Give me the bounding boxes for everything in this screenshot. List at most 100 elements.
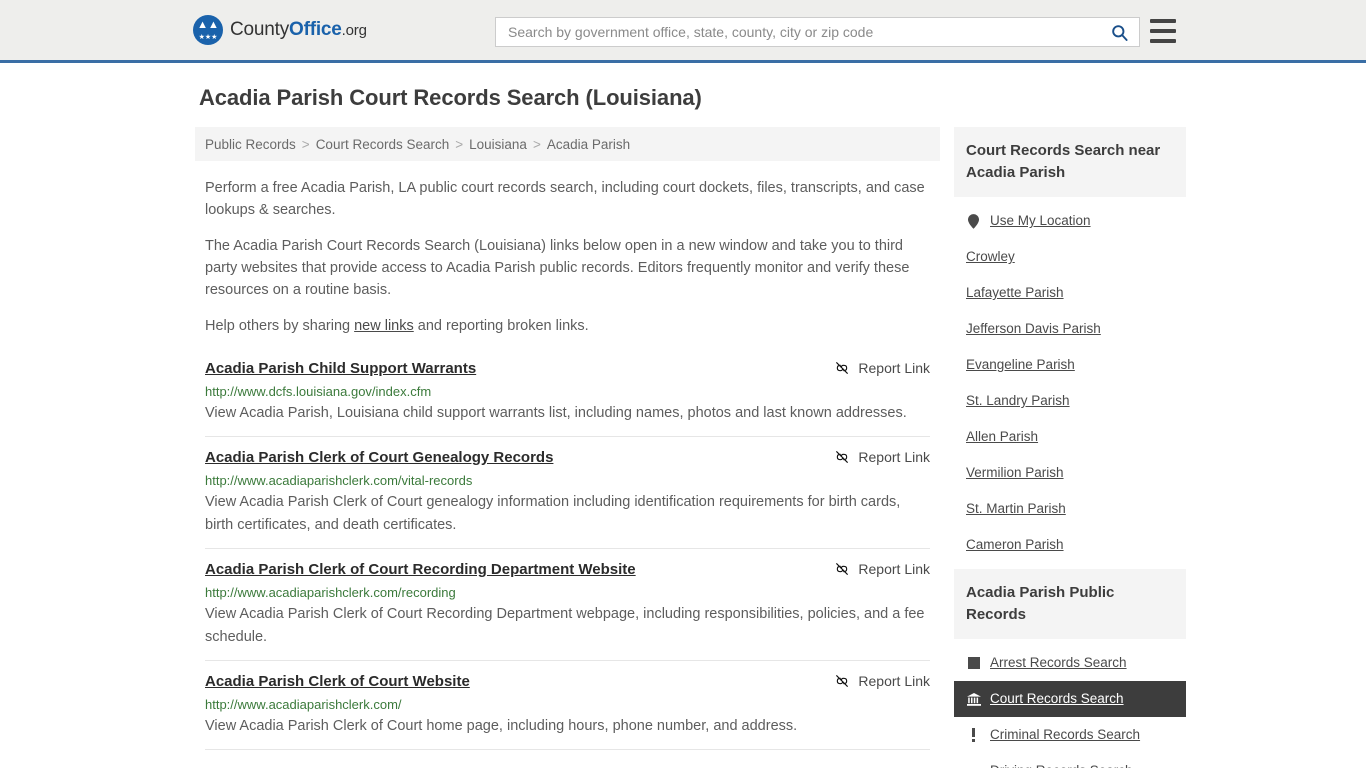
resource-title-link[interactable]: Acadia Parish Child Support Warrants <box>205 359 476 379</box>
nearby-searches-heading: Court Records Search near Acadia Parish <box>954 127 1186 197</box>
report-link-label: Report Link <box>858 360 930 376</box>
sidebar-item-label: Allen Parish <box>966 429 1039 444</box>
breadcrumb-item-public-records[interactable]: Public Records <box>205 137 296 152</box>
list-item: Acadia Parish Clerk of Court Website Rep… <box>205 672 930 750</box>
breadcrumb-separator: > <box>455 136 464 152</box>
sidebar-item-label: Cameron Parish <box>966 537 1064 552</box>
site-header: ▲▲ ★★★ CountyOffice.org <box>0 0 1366 63</box>
breadcrumb-item-court-records-search[interactable]: Court Records Search <box>316 137 450 152</box>
menu-bar-1 <box>1150 19 1176 23</box>
resource-url: http://www.acadiaparishclerk.com/vital-r… <box>205 473 473 488</box>
brand-part-office: Office <box>289 19 342 40</box>
public-records-heading: Acadia Parish Public Records <box>954 569 1186 639</box>
report-link-button[interactable]: Report Link <box>834 673 930 689</box>
sidebar-item-arrest-records-search[interactable]: Arrest Records Search <box>954 645 1186 681</box>
brand-part-county: County <box>230 19 290 40</box>
sidebar-item-evangeline-parish[interactable]: Evangeline Parish <box>954 347 1186 383</box>
search-icon <box>1111 24 1128 41</box>
report-link-label: Report Link <box>858 449 930 465</box>
breadcrumb-item-louisiana[interactable]: Louisiana <box>469 137 527 152</box>
report-link-label: Report Link <box>858 561 930 577</box>
intro-paragraph-1: Perform a free Acadia Parish, LA public … <box>205 180 925 218</box>
resource-title-link[interactable]: Acadia Parish Clerk of Court Recording D… <box>205 560 636 580</box>
sidebar-item-label: St. Landry Parish <box>966 393 1070 408</box>
resource-description: View Acadia Parish Clerk of Court geneal… <box>205 494 901 533</box>
resource-description: View Acadia Parish, Louisiana child supp… <box>205 405 907 421</box>
sidebar-item-label: Lafayette Parish <box>966 285 1064 300</box>
broken-link-icon <box>834 449 850 465</box>
eagle-seal-icon: ▲▲ ★★★ <box>193 15 223 45</box>
sidebar-item-label: Evangeline Parish <box>966 357 1075 372</box>
intro-p3-before: Help others by sharing <box>205 318 355 334</box>
sidebar-item-label: Vermilion Parish <box>966 465 1064 480</box>
sidebar-item-use-my-location[interactable]: Use My Location <box>954 203 1186 239</box>
new-links-link[interactable]: new links <box>354 318 414 334</box>
sidebar-item-court-records-search[interactable]: Court Records Search <box>954 681 1186 717</box>
broken-link-icon <box>834 673 850 689</box>
breadcrumb-item-acadia-parish[interactable]: Acadia Parish <box>547 137 630 152</box>
resource-url: http://www.acadiaparishclerk.com/ <box>205 697 402 712</box>
resource-description: View Acadia Parish Clerk of Court Record… <box>205 606 925 645</box>
sidebar-item-jefferson-davis-parish[interactable]: Jefferson Davis Parish <box>954 311 1186 347</box>
sidebar-item-st-landry-parish[interactable]: St. Landry Parish <box>954 383 1186 419</box>
public-records-box: Acadia Parish Public Records Arrest Reco… <box>954 569 1186 768</box>
sidebar-item-cameron-parish[interactable]: Cameron Parish <box>954 527 1186 563</box>
sidebar-item-crowley[interactable]: Crowley <box>954 239 1186 275</box>
site-logo[interactable]: ▲▲ ★★★ CountyOffice.org <box>193 15 367 45</box>
resource-link-list: Acadia Parish Child Support Warrants Rep… <box>195 359 940 750</box>
car-icon <box>966 764 981 768</box>
nearby-searches-box: Court Records Search near Acadia Parish … <box>954 127 1186 563</box>
report-link-label: Report Link <box>858 673 930 689</box>
breadcrumb-separator: > <box>532 136 541 152</box>
intro-text: Perform a free Acadia Parish, LA public … <box>195 177 940 337</box>
report-link-button[interactable]: Report Link <box>834 561 930 577</box>
sidebar-item-driving-records-search[interactable]: Driving Records Search <box>954 753 1186 768</box>
map-pin-icon <box>966 213 981 229</box>
list-item: Acadia Parish Clerk of Court Genealogy R… <box>205 448 930 549</box>
sidebar-item-label: Court Records Search <box>990 691 1124 706</box>
broken-link-icon <box>834 360 850 376</box>
square-icon <box>966 656 981 671</box>
page-title: Acadia Parish Court Records Search (Loui… <box>199 85 702 110</box>
sidebar: Court Records Search near Acadia Parish … <box>954 127 1186 768</box>
sidebar-item-st-martin-parish[interactable]: St. Martin Parish <box>954 491 1186 527</box>
hamburger-menu-icon[interactable] <box>1150 19 1176 43</box>
report-link-button[interactable]: Report Link <box>834 360 930 376</box>
sidebar-item-label: Criminal Records Search <box>990 727 1141 742</box>
brand-text: CountyOffice.org <box>230 19 367 41</box>
sidebar-item-vermilion-parish[interactable]: Vermilion Parish <box>954 455 1186 491</box>
sidebar-item-label: Arrest Records Search <box>990 655 1127 670</box>
intro-paragraph-2: The Acadia Parish Court Records Search (… <box>205 238 910 298</box>
resource-title-link[interactable]: Acadia Parish Clerk of Court Genealogy R… <box>205 448 553 468</box>
sidebar-item-label: Driving Records Search <box>990 762 1133 768</box>
list-item: Acadia Parish Child Support Warrants Rep… <box>205 359 930 437</box>
resource-url: http://www.acadiaparishclerk.com/recordi… <box>205 585 456 600</box>
report-link-button[interactable]: Report Link <box>834 449 930 465</box>
broken-link-icon <box>834 561 850 577</box>
sidebar-item-lafayette-parish[interactable]: Lafayette Parish <box>954 275 1186 311</box>
courthouse-icon <box>966 692 981 707</box>
resource-title-link[interactable]: Acadia Parish Clerk of Court Website <box>205 672 470 692</box>
sidebar-item-criminal-records-search[interactable]: Criminal Records Search <box>954 717 1186 753</box>
list-item: Acadia Parish Clerk of Court Recording D… <box>205 560 930 661</box>
exclamation-icon <box>966 728 981 743</box>
sidebar-item-label: St. Martin Parish <box>966 501 1066 516</box>
page-body: Acadia Parish Court Records Search (Loui… <box>0 63 1366 768</box>
main-content: Public Records > Court Records Search > … <box>195 127 940 761</box>
menu-bar-3 <box>1150 39 1176 43</box>
resource-url: http://www.dcfs.louisiana.gov/index.cfm <box>205 384 432 399</box>
sidebar-item-label: Crowley <box>966 249 1015 264</box>
menu-bar-2 <box>1150 29 1176 33</box>
intro-p3-after: and reporting broken links. <box>413 318 589 334</box>
resource-description: View Acadia Parish Clerk of Court home p… <box>205 718 798 734</box>
sidebar-item-allen-parish[interactable]: Allen Parish <box>954 419 1186 455</box>
search-button[interactable] <box>1099 18 1139 46</box>
brand-part-tld: .org <box>341 22 367 39</box>
search-input[interactable] <box>496 19 1099 45</box>
intro-paragraph-3: Help others by sharing new links and rep… <box>205 315 930 337</box>
breadcrumb-separator: > <box>301 136 310 152</box>
sidebar-item-label: Jefferson Davis Parish <box>966 321 1101 336</box>
search-bar[interactable] <box>495 17 1140 47</box>
sidebar-item-label: Use My Location <box>990 213 1091 228</box>
breadcrumb: Public Records > Court Records Search > … <box>195 127 940 161</box>
